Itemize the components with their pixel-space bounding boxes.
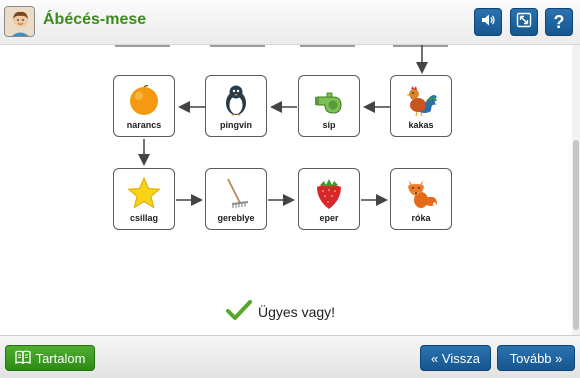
app-title: Ábécés-mese [43, 11, 147, 28]
star-icon [127, 176, 161, 209]
orange-icon [130, 85, 158, 115]
word-label: pingvin [220, 120, 252, 130]
fullscreen-icon [516, 12, 532, 33]
word-label: róka [411, 213, 431, 223]
sound-button[interactable] [474, 8, 502, 36]
app-header: Ábécés-mese ? [0, 0, 580, 45]
word-label: narancs [126, 120, 162, 130]
word-card-pingvin[interactable]: pingvin [205, 75, 267, 137]
next-button[interactable]: Tovább » [497, 345, 575, 371]
question-mark-icon: ? [553, 11, 565, 32]
fox-icon [408, 180, 437, 208]
help-button[interactable]: ? [545, 8, 573, 36]
back-button[interactable]: « Vissza [420, 345, 491, 371]
vertical-scrollbar[interactable] [572, 45, 580, 335]
rake-icon [227, 178, 249, 208]
word-label: gereblye [217, 213, 255, 223]
exercise-area: narancs pingvin síp kakas csillag gerebl… [0, 45, 572, 335]
whistle-icon [315, 92, 342, 114]
word-card-gereblye[interactable]: gereblye [205, 168, 267, 230]
word-label: csillag [129, 213, 158, 223]
contents-label: Tartalom [35, 350, 86, 366]
contents-button[interactable]: Tartalom [5, 345, 95, 371]
word-label: kakas [408, 120, 434, 130]
word-card-sip[interactable]: síp [298, 75, 360, 137]
word-card-kakas[interactable]: kakas [390, 75, 452, 137]
avatar [4, 6, 35, 37]
penguin-icon [226, 85, 246, 116]
word-label: eper [319, 213, 339, 223]
word-card-narancs[interactable]: narancs [113, 75, 175, 137]
scrollbar-thumb[interactable] [573, 140, 579, 330]
word-label: síp [322, 120, 336, 130]
feedback-message: Ügyes vagy! [226, 299, 335, 325]
book-icon [14, 350, 31, 367]
speaker-icon [480, 12, 496, 33]
checkmark-icon [226, 299, 252, 326]
feedback-text: Ügyes vagy! [258, 304, 336, 320]
word-card-roka[interactable]: róka [390, 168, 452, 230]
sequence-arrows [138, 45, 428, 206]
rooster-icon [406, 86, 437, 117]
strawberry-icon [317, 179, 341, 209]
word-card-eper[interactable]: eper [298, 168, 360, 230]
fullscreen-button[interactable] [510, 8, 538, 36]
app-footer: Tartalom « Vissza Tovább » [0, 335, 580, 378]
word-card-csillag[interactable]: csillag [113, 168, 175, 230]
